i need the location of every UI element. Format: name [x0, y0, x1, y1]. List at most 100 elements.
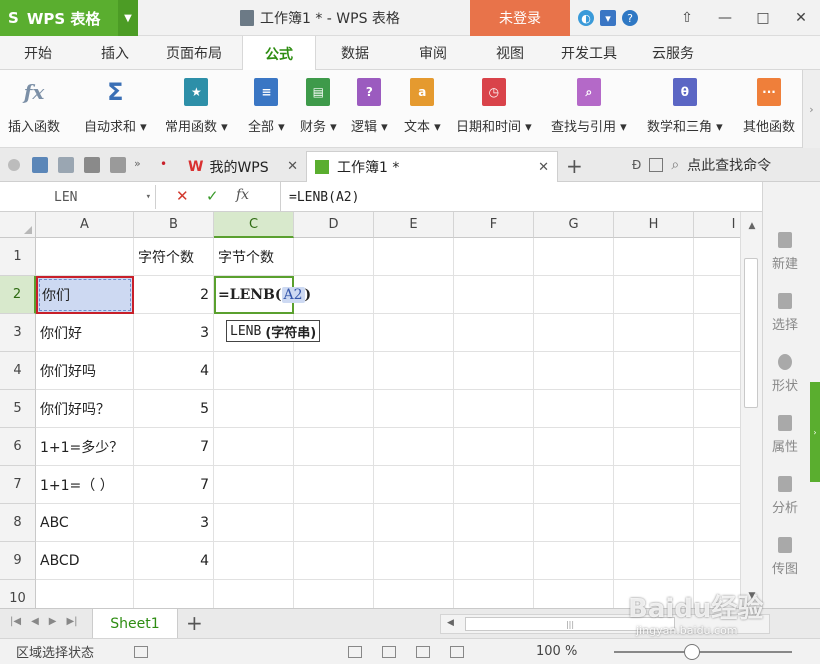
cell-b2[interactable]: 2: [134, 276, 214, 314]
cell-a4[interactable]: 你们好吗: [36, 352, 134, 390]
cell[interactable]: [134, 580, 214, 608]
tab-cloud[interactable]: 云服务: [652, 36, 694, 70]
cell[interactable]: [694, 390, 740, 428]
search-command[interactable]: 点此查找命令: [687, 155, 771, 175]
select-all-corner[interactable]: [0, 212, 36, 238]
cell-a2[interactable]: 你们: [36, 276, 134, 314]
chevron-down-icon[interactable]: ▾: [146, 192, 151, 202]
cell[interactable]: [614, 276, 694, 314]
page-break-view-icon[interactable]: [416, 645, 430, 658]
cell[interactable]: [454, 314, 534, 352]
cell[interactable]: [294, 580, 374, 608]
row-header[interactable]: 3: [0, 314, 36, 352]
finance-button[interactable]: ▤ 财务 ▾: [300, 76, 337, 142]
zoom-slider-handle[interactable]: [684, 644, 700, 660]
common-functions-button[interactable]: ★ 常用函数 ▾: [165, 76, 228, 142]
cell-b7[interactable]: 7: [134, 466, 214, 504]
cell[interactable]: [294, 542, 374, 580]
cell-c2-editing[interactable]: =LENB(A2): [214, 276, 311, 314]
lookup-reference-button[interactable]: ⌕ 查找与引用 ▾: [551, 76, 627, 142]
cell-b5[interactable]: 5: [134, 390, 214, 428]
help-icon[interactable]: ?: [622, 10, 638, 26]
math-trig-button[interactable]: θ 数学和三角 ▾: [647, 76, 723, 142]
cell[interactable]: [534, 390, 614, 428]
cell-a8[interactable]: ABC: [36, 504, 134, 542]
cell-a3[interactable]: 你们好: [36, 314, 134, 352]
cell[interactable]: [214, 390, 294, 428]
insert-function-button[interactable]: fx 插入函数: [8, 76, 60, 142]
column-header[interactable]: A: [36, 212, 134, 238]
cell[interactable]: [534, 504, 614, 542]
skin-icon[interactable]: ◐: [578, 10, 594, 26]
more-quick-icon[interactable]: »: [134, 157, 150, 173]
sheet-tab-sheet1[interactable]: Sheet1: [92, 609, 178, 639]
column-header[interactable]: I: [694, 212, 740, 238]
cell[interactable]: [614, 314, 694, 352]
upload-icon[interactable]: ⇧: [668, 0, 706, 36]
app-dropdown-icon[interactable]: ▼: [118, 0, 138, 36]
cell-b3[interactable]: 3: [134, 314, 214, 352]
cell[interactable]: [454, 580, 534, 608]
app-menu-button[interactable]: S WPS 表格: [0, 0, 118, 36]
cell[interactable]: [374, 352, 454, 390]
normal-view-icon[interactable]: [348, 645, 362, 658]
cell[interactable]: [294, 504, 374, 542]
cell[interactable]: [694, 314, 740, 352]
side-upload-image-button[interactable]: 传图: [763, 537, 807, 577]
side-analysis-button[interactable]: 分析: [763, 476, 807, 516]
prev-sheet-icon[interactable]: ◀: [31, 616, 39, 627]
scroll-left-icon[interactable]: ◀: [447, 618, 454, 628]
row-header[interactable]: 8: [0, 504, 36, 542]
cell[interactable]: [36, 580, 134, 608]
search-icon[interactable]: ⌕: [671, 157, 679, 173]
cell[interactable]: [454, 390, 534, 428]
zoom-level[interactable]: 100 %: [536, 644, 577, 659]
tab-formula[interactable]: 公式: [242, 36, 316, 71]
cell[interactable]: [534, 276, 614, 314]
cell[interactable]: [694, 276, 740, 314]
row-header[interactable]: 1: [0, 238, 36, 276]
close-button[interactable]: ✕: [782, 0, 820, 36]
cell[interactable]: [614, 428, 694, 466]
new-tab-icon[interactable]: +: [566, 154, 583, 178]
close-tab-icon[interactable]: ✕: [538, 160, 549, 175]
cell[interactable]: [614, 542, 694, 580]
vertical-scrollbar[interactable]: ▲ ▼: [740, 212, 762, 608]
login-button[interactable]: 未登录: [470, 0, 570, 36]
cell[interactable]: [614, 238, 694, 276]
logic-button[interactable]: ? 逻辑 ▾: [351, 76, 388, 142]
last-sheet-icon[interactable]: ▶|: [66, 616, 77, 627]
cell[interactable]: [534, 314, 614, 352]
cell-a6[interactable]: 1+1=多少？: [36, 428, 134, 466]
autosum-button[interactable]: Σ 自动求和 ▾: [84, 76, 147, 142]
cell[interactable]: [614, 390, 694, 428]
cell[interactable]: [454, 466, 534, 504]
panel-toggle-icon[interactable]: ›: [810, 382, 820, 482]
cell[interactable]: [214, 352, 294, 390]
cell[interactable]: [374, 428, 454, 466]
row-header[interactable]: 6: [0, 428, 36, 466]
cell[interactable]: [454, 352, 534, 390]
cell[interactable]: [374, 542, 454, 580]
cell[interactable]: [454, 276, 534, 314]
tab-my-wps[interactable]: W 我的WPS ✕: [180, 151, 306, 182]
cell[interactable]: [374, 276, 454, 314]
add-sheet-icon[interactable]: +: [186, 611, 203, 635]
cell[interactable]: [694, 504, 740, 542]
cell[interactable]: [454, 504, 534, 542]
scroll-thumb[interactable]: [744, 258, 758, 408]
cell[interactable]: [534, 238, 614, 276]
folder-icon[interactable]: [8, 159, 20, 171]
row-header[interactable]: 5: [0, 390, 36, 428]
cell[interactable]: [694, 542, 740, 580]
row-header[interactable]: 2: [0, 276, 36, 314]
cell[interactable]: [374, 314, 454, 352]
cell[interactable]: [294, 428, 374, 466]
column-header[interactable]: H: [614, 212, 694, 238]
cell[interactable]: [294, 466, 374, 504]
tab-developer[interactable]: 开发工具: [561, 36, 617, 70]
cell[interactable]: [294, 238, 374, 276]
row-header[interactable]: 4: [0, 352, 36, 390]
row-header[interactable]: 10: [0, 580, 36, 608]
eye-protection-icon[interactable]: [450, 645, 464, 658]
